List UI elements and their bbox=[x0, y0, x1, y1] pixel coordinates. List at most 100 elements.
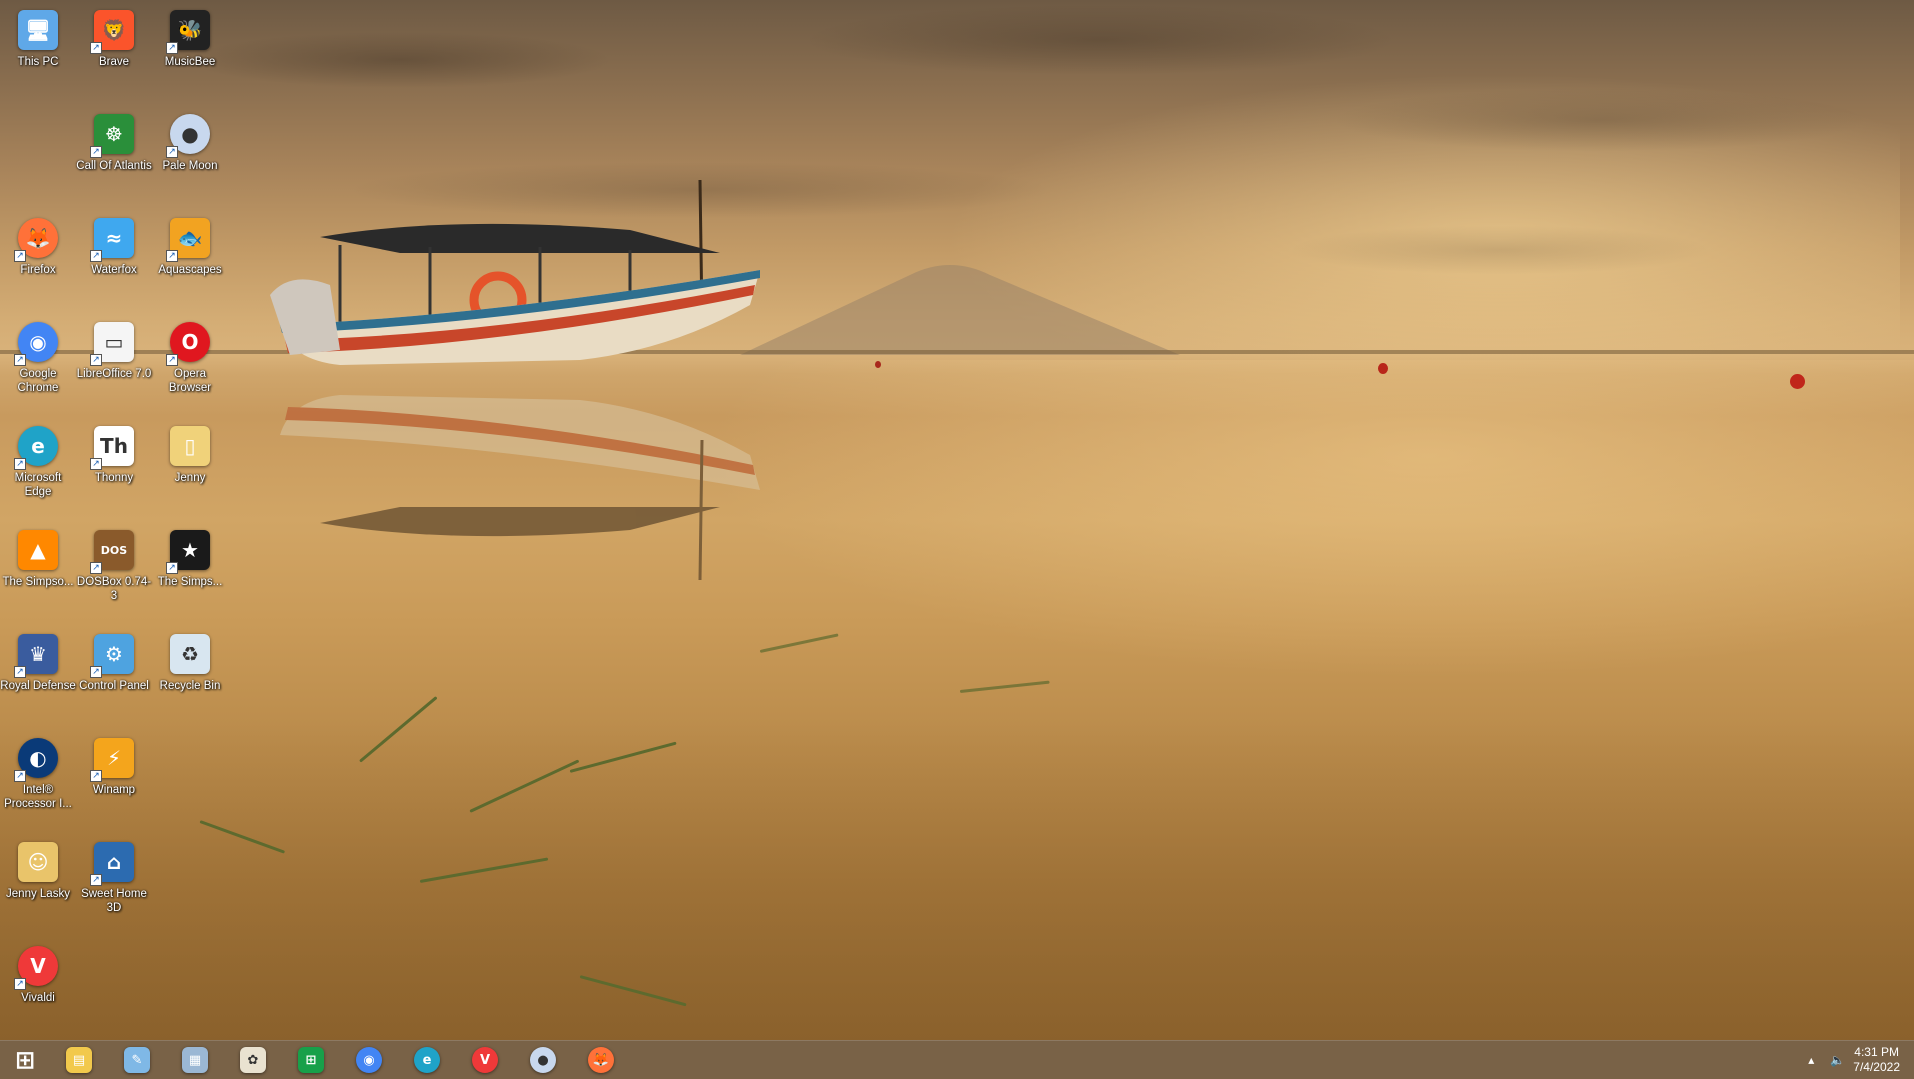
desktop-icon-label: Firefox bbox=[20, 264, 56, 276]
desktop-icon-image: 🐟 ↗ bbox=[166, 216, 212, 262]
desktop-icon-image: e ↗ bbox=[14, 424, 60, 470]
desktop-icon-label: The Simps... bbox=[157, 576, 223, 588]
vivaldi-icon: V bbox=[472, 1047, 498, 1073]
desktop-icon-image: ▯ bbox=[168, 424, 212, 468]
desktop-icon-control-panel[interactable]: ⚙ ↗ Control Panel bbox=[76, 624, 152, 724]
shortcut-arrow-icon: ↗ bbox=[90, 562, 102, 574]
taskbar-button-pale-moon[interactable]: ● bbox=[514, 1041, 572, 1079]
desktop-icon-dosbox[interactable]: DOS ↗ DOSBox 0.74-3 bbox=[76, 520, 152, 620]
desktop-icon-this-pc[interactable]: 🖥 This PC bbox=[0, 0, 76, 100]
desktop-icon-label: Aquascapes bbox=[158, 264, 222, 276]
microsoft-store-icon: ⊞ bbox=[298, 1047, 324, 1073]
desktop-icon-thonny[interactable]: Th ↗ Thonny bbox=[76, 416, 152, 516]
desktop-icon-label: LibreOffice 7.0 bbox=[76, 368, 152, 380]
recycle-bin-icon: ♻ bbox=[170, 634, 210, 674]
desktop-icon-image: ◐ ↗ bbox=[14, 736, 60, 782]
shortcut-arrow-icon: ↗ bbox=[14, 354, 26, 366]
taskbar-button-notepad[interactable]: ✎ bbox=[108, 1041, 166, 1079]
shortcut-arrow-icon: ↗ bbox=[90, 146, 102, 158]
shortcut-arrow-icon: ↗ bbox=[14, 978, 26, 990]
desktop-icon-folder[interactable]: ▯ Jenny bbox=[152, 416, 228, 516]
taskbar-button-calculator[interactable]: ▦ bbox=[166, 1041, 224, 1079]
desktop-icon-image: ⚡ ↗ bbox=[90, 736, 136, 782]
desktop-icon-musicbee[interactable]: 🐝 ↗ MusicBee bbox=[152, 0, 228, 100]
shortcut-arrow-icon: ↗ bbox=[90, 770, 102, 782]
desktop-icon-aquascapes[interactable]: 🐟 ↗ Aquascapes bbox=[152, 208, 228, 308]
shortcut-arrow-icon: ↗ bbox=[14, 666, 26, 678]
windows-start-icon: ⊞ bbox=[14, 1046, 36, 1074]
desktop-icon-royal-defense[interactable]: ♛ ↗ Royal Defense bbox=[0, 624, 76, 724]
desktop[interactable]: 🖥 This PC 🦁 ↗ Brave 🐝 ↗ MusicBee ☸ ↗ Call Of Atlan… bbox=[0, 0, 1914, 1040]
desktop-icon-label: Control Panel bbox=[79, 680, 149, 692]
shortcut-arrow-icon: ↗ bbox=[166, 354, 178, 366]
desktop-icon-simpsons-game[interactable]: ★ ↗ The Simps... bbox=[152, 520, 228, 620]
pale-moon-icon: ● bbox=[530, 1047, 556, 1073]
chevron-up-icon[interactable]: ▴ bbox=[1808, 1053, 1814, 1067]
desktop-icon-image: 🦁 ↗ bbox=[90, 8, 136, 54]
desktop-icon-label: DOSBox 0.74-3 bbox=[76, 576, 152, 602]
taskbar: ⊞ ▤ ✎ ▦ ✿ ⊞ ◉ e V ● 🦊 ▴ 🔈 4:31 PM 7/4/2022 bbox=[0, 1040, 1914, 1079]
wallpaper-buoy bbox=[1378, 363, 1388, 374]
calculator-icon: ▦ bbox=[182, 1047, 208, 1073]
desktop-icon-call-of-atlantis[interactable]: ☸ ↗ Call Of Atlantis bbox=[76, 104, 152, 204]
taskbar-button-file-explorer[interactable]: ▤ bbox=[50, 1041, 108, 1079]
shortcut-arrow-icon: ↗ bbox=[90, 458, 102, 470]
taskbar-button-firefox[interactable]: 🦊 bbox=[572, 1041, 630, 1079]
desktop-icon-sweet-home-3d[interactable]: ⌂ ↗ Sweet Home 3D bbox=[76, 832, 152, 932]
shortcut-arrow-icon: ↗ bbox=[14, 458, 26, 470]
clock-date: 7/4/2022 bbox=[1853, 1060, 1900, 1074]
desktop-icon-image: ☸ ↗ bbox=[90, 112, 136, 158]
desktop-icon-image: 🐝 ↗ bbox=[166, 8, 212, 54]
shortcut-arrow-icon: ↗ bbox=[166, 42, 178, 54]
wallpaper-buoy bbox=[1790, 374, 1805, 389]
desktop-icon-user-folder[interactable]: ☺ Jenny Lasky bbox=[0, 832, 76, 932]
shortcut-arrow-icon: ↗ bbox=[166, 250, 178, 262]
taskbar-button-microsoft-store[interactable]: ⊞ bbox=[282, 1041, 340, 1079]
desktop-icon-label: Pale Moon bbox=[162, 160, 218, 172]
taskbar-button-edge[interactable]: e bbox=[398, 1041, 456, 1079]
desktop-icon-chrome[interactable]: ◉ ↗ Google Chrome bbox=[0, 312, 76, 412]
taskbar-button-vivaldi[interactable]: V bbox=[456, 1041, 514, 1079]
desktop-icon-vivaldi[interactable]: V ↗ Vivaldi bbox=[0, 936, 76, 1036]
desktop-icon-image: ♛ ↗ bbox=[14, 632, 60, 678]
shortcut-arrow-icon: ↗ bbox=[14, 770, 26, 782]
user-folder-icon: ☺ bbox=[18, 842, 58, 882]
taskbar-button-chrome[interactable]: ◉ bbox=[340, 1041, 398, 1079]
desktop-icon-pale-moon[interactable]: ● ↗ Pale Moon bbox=[152, 104, 228, 204]
taskbar-button-windows-start[interactable]: ⊞ bbox=[0, 1041, 50, 1079]
shortcut-arrow-icon: ↗ bbox=[90, 42, 102, 54]
desktop-icon-firefox[interactable]: 🦊 ↗ Firefox bbox=[0, 208, 76, 308]
shortcut-arrow-icon: ↗ bbox=[90, 666, 102, 678]
desktop-icon-waterfox[interactable]: ≈ ↗ Waterfox bbox=[76, 208, 152, 308]
desktop-icon-brave[interactable]: 🦁 ↗ Brave bbox=[76, 0, 152, 100]
desktop-icon-intel-processor[interactable]: ◐ ↗ Intel® Processor I... bbox=[0, 728, 76, 828]
desktop-icon-vlc[interactable]: ▲ The Simpso... bbox=[0, 520, 76, 620]
desktop-icon-label: Vivaldi bbox=[21, 992, 55, 1004]
shortcut-arrow-icon: ↗ bbox=[90, 354, 102, 366]
speaker-icon[interactable]: 🔈 bbox=[1830, 1053, 1845, 1067]
desktop-icon-label: Jenny Lasky bbox=[6, 888, 70, 900]
wallpaper-sand bbox=[0, 720, 1914, 1040]
desktop-icon-libreoffice[interactable]: ▭ ↗ LibreOffice 7.0 bbox=[76, 312, 152, 412]
taskbar-button-paint[interactable]: ✿ bbox=[224, 1041, 282, 1079]
desktop-icon-image: ◉ ↗ bbox=[14, 320, 60, 366]
shortcut-arrow-icon: ↗ bbox=[14, 250, 26, 262]
folder-icon: ▯ bbox=[170, 426, 210, 466]
desktop-icon-label: Google Chrome bbox=[17, 368, 59, 394]
desktop-icon-image: ⌂ ↗ bbox=[90, 840, 136, 886]
desktop-icon-image: Th ↗ bbox=[90, 424, 136, 470]
desktop-icon-label: Call Of Atlantis bbox=[76, 160, 152, 172]
desktop-icon-label: Sweet Home 3D bbox=[81, 888, 147, 914]
desktop-icon-winamp[interactable]: ⚡ ↗ Winamp bbox=[76, 728, 152, 828]
taskbar-clock[interactable]: 4:31 PM 7/4/2022 bbox=[1853, 1045, 1900, 1075]
desktop-icon-image: DOS ↗ bbox=[90, 528, 136, 574]
desktop-icon-label: This PC bbox=[17, 56, 59, 68]
desktop-icon-label: The Simpso... bbox=[2, 576, 74, 588]
desktop-icon-edge[interactable]: e ↗ Microsoft Edge bbox=[0, 416, 76, 516]
desktop-icon-label: Opera Browser bbox=[168, 368, 212, 394]
desktop-icon-opera[interactable]: O ↗ Opera Browser bbox=[152, 312, 228, 412]
system-tray: ▴ 🔈 4:31 PM 7/4/2022 bbox=[1800, 1041, 1914, 1079]
shortcut-arrow-icon: ↗ bbox=[166, 146, 178, 158]
desktop-icon-recycle-bin[interactable]: ♻ Recycle Bin bbox=[152, 624, 228, 724]
desktop-icon-label: Recycle Bin bbox=[159, 680, 221, 692]
